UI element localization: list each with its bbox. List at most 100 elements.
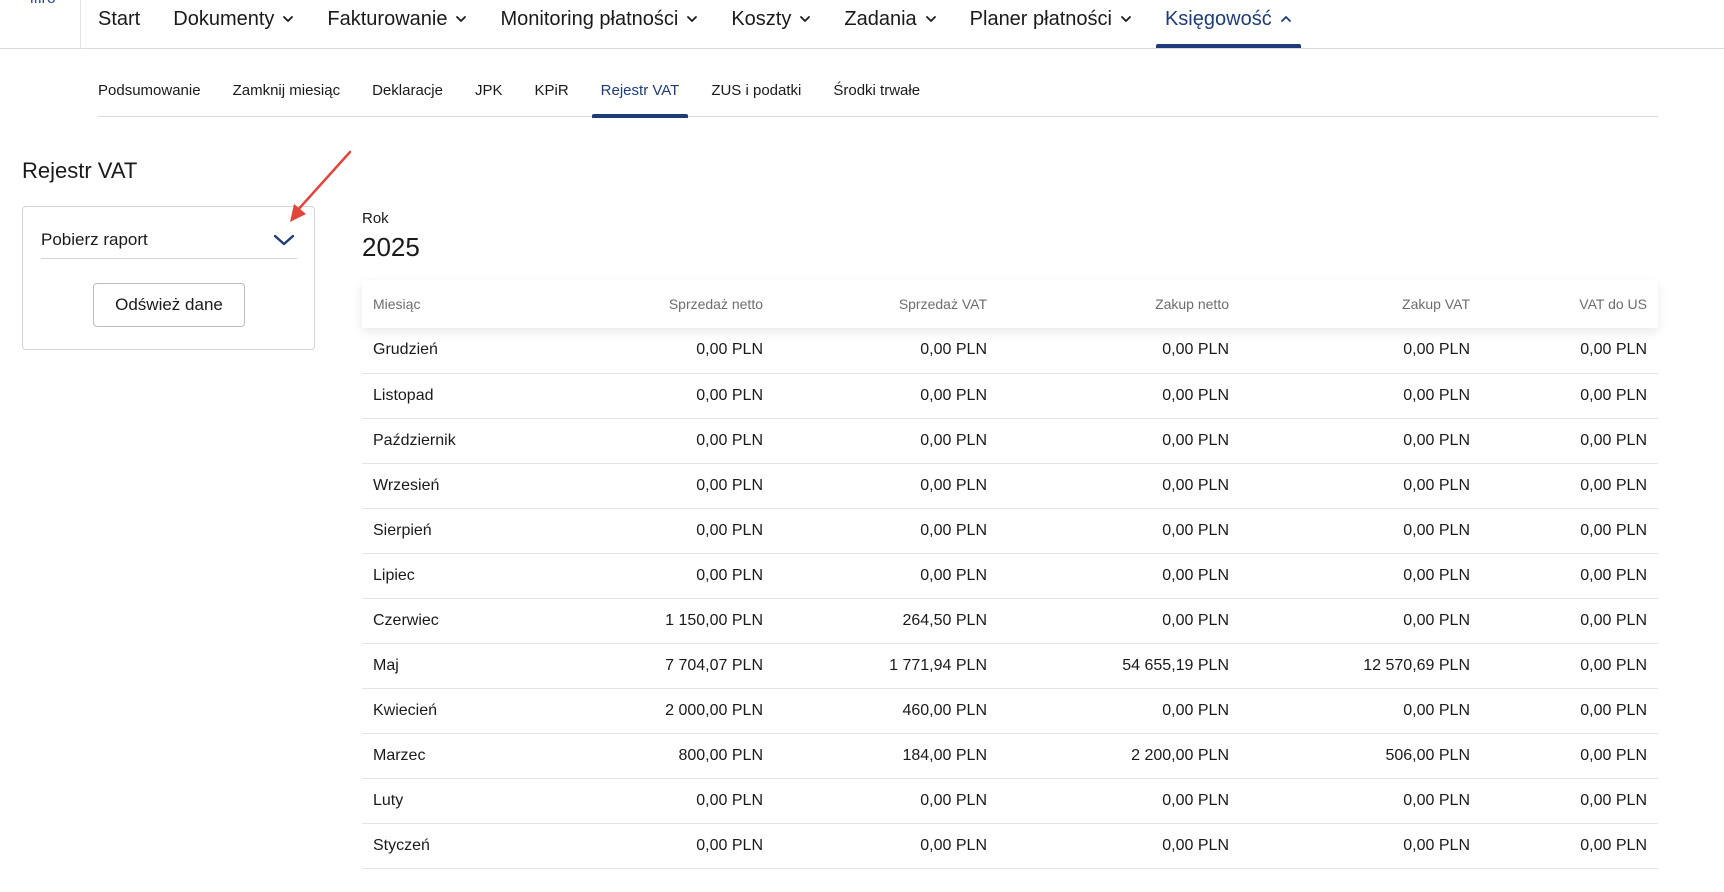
nav-item-label: Koszty (731, 7, 792, 30)
cell-amount: 506,00 PLN (1385, 746, 1470, 764)
cell-amount: 0,00 PLN (696, 341, 763, 359)
nav-item-3[interactable]: Monitoring płatności (500, 0, 698, 38)
cell-amount: 0,00 PLN (696, 431, 763, 449)
cell-month: Maj (373, 656, 399, 674)
year-label: Rok (362, 210, 389, 227)
logo[interactable]: ifiro (30, 0, 56, 8)
table-row[interactable]: Styczeń 0,00 PLN 0,00 PLN 0,00 PLN 0,00 PLN 0… (362, 823, 1658, 868)
cell-amount: 0,00 PLN (696, 836, 763, 854)
nav-item-5[interactable]: Zadania (844, 0, 936, 38)
table-row[interactable]: Listopad 0,00 PLN 0,00 PLN 0,00 PLN 0,00 PLN… (362, 373, 1658, 418)
cell-amount: 0,00 PLN (1403, 386, 1470, 404)
cell-amount: 0,00 PLN (920, 836, 987, 854)
cell-amount: 2 200,00 PLN (1131, 746, 1229, 764)
chevron-down-icon (1121, 16, 1131, 22)
header-vat-due[interactable]: VAT do US (1481, 280, 1658, 328)
nav-item-label: Zadania (844, 7, 917, 30)
cell-amount: 0,00 PLN (1162, 476, 1229, 494)
cell-amount: 0,00 PLN (1580, 386, 1647, 404)
nav-item-1[interactable]: Dokumenty (173, 0, 294, 38)
cell-amount: 0,00 PLN (920, 521, 987, 539)
cell-amount: 1 771,94 PLN (889, 656, 987, 674)
subnav-item-3[interactable]: JPK (475, 64, 503, 117)
submenu: Podsumowanie Zamknij miesiąc Deklaracje JPK… (98, 64, 1658, 118)
logo-divider (80, 0, 81, 49)
table-row[interactable]: Luty 0,00 PLN 0,00 PLN 0,00 PLN 0,00 PLN 0,00… (362, 778, 1658, 823)
header-month[interactable]: Miesiąc (362, 280, 534, 328)
cell-amount: 264,50 PLN (902, 611, 987, 629)
vat-register-table: Miesiąc Sprzedaż netto Sprzedaż VAT Zaku… (362, 280, 1658, 869)
refresh-button[interactable]: Odśwież dane (93, 283, 245, 327)
chevron-down-icon (800, 16, 811, 22)
report-dropdown[interactable]: Pobierz raport (41, 221, 297, 259)
nav-item-2[interactable]: Fakturowanie (327, 0, 467, 38)
subnav-item-6[interactable]: ZUS i podatki (711, 64, 801, 117)
table-row[interactable]: Maj 7 704,07 PLN 1 771,94 PLN 54 655,19 PLN… (362, 643, 1658, 688)
cell-amount: 0,00 PLN (1162, 836, 1229, 854)
header-sales-net[interactable]: Sprzedaż netto (534, 280, 774, 328)
header-purchase-vat[interactable]: Zakup VAT (1240, 280, 1481, 328)
header-sales-vat[interactable]: Sprzedaż VAT (774, 280, 998, 328)
nav-item-label: Monitoring płatności (500, 7, 679, 30)
cell-amount: 2 000,00 PLN (665, 701, 763, 719)
cell-amount: 0,00 PLN (1403, 836, 1470, 854)
table-row[interactable]: Marzec 800,00 PLN 184,00 PLN 2 200,00 PLN 50… (362, 733, 1658, 778)
report-panel: Pobierz raport Odśwież dane (22, 206, 315, 350)
cell-amount: 12 570,69 PLN (1363, 656, 1470, 674)
cell-month: Kwiecień (373, 701, 438, 719)
cell-amount: 0,00 PLN (1580, 521, 1647, 539)
subnav-item-5[interactable]: Rejestr VAT (591, 64, 688, 118)
cell-month: Grudzień (373, 341, 438, 359)
cell-amount: 0,00 PLN (1580, 656, 1647, 674)
cell-amount: 0,00 PLN (1580, 431, 1647, 449)
chevron-down-icon (687, 16, 698, 22)
subnav-item-1[interactable]: Zamknij miesiąc (233, 64, 341, 117)
table-body: Grudzień 0,00 PLN 0,00 PLN 0,00 PLN 0,00 PLN… (362, 328, 1658, 868)
nav-item-4[interactable]: Koszty (731, 0, 811, 38)
cell-amount: 0,00 PLN (920, 566, 987, 584)
table-row[interactable]: Grudzień 0,00 PLN 0,00 PLN 0,00 PLN 0,00 PLN… (362, 328, 1658, 373)
cell-amount: 800,00 PLN (678, 746, 763, 764)
table-row[interactable]: Październik 0,00 PLN 0,00 PLN 0,00 PLN 0,00 … (362, 418, 1658, 463)
cell-amount: 0,00 PLN (1580, 566, 1647, 584)
cell-amount: 184,00 PLN (902, 746, 987, 764)
chevron-down-icon (283, 16, 294, 22)
header-purchase-net[interactable]: Zakup netto (998, 280, 1240, 328)
table-row[interactable]: Wrzesień 0,00 PLN 0,00 PLN 0,00 PLN 0,00 PLN… (362, 463, 1658, 508)
cell-month: Luty (373, 791, 404, 809)
cell-amount: 0,00 PLN (696, 476, 763, 494)
cell-month: Sierpień (373, 521, 432, 539)
nav-item-label: Planer płatności (969, 7, 1112, 30)
cell-amount: 0,00 PLN (1403, 431, 1470, 449)
cell-amount: 0,00 PLN (920, 386, 987, 404)
nav-item-label: Fakturowanie (327, 7, 448, 30)
chevron-down-icon (925, 16, 936, 22)
nav-item-7[interactable]: Księgowość (1155, 0, 1301, 48)
cell-amount: 0,00 PLN (1162, 791, 1229, 809)
sub-navigation: Podsumowanie Zamknij miesiąc Deklaracje JPK… (98, 64, 1658, 118)
cell-amount: 0,00 PLN (1403, 701, 1470, 719)
subnav-item-4[interactable]: KPiR (534, 64, 568, 117)
cell-amount: 0,00 PLN (1580, 476, 1647, 494)
cell-amount: 0,00 PLN (1162, 341, 1229, 359)
cell-amount: 0,00 PLN (696, 566, 763, 584)
chevron-down-icon[interactable] (273, 233, 295, 247)
table-row[interactable]: Sierpień 0,00 PLN 0,00 PLN 0,00 PLN 0,00 PLN… (362, 508, 1658, 553)
cell-amount: 0,00 PLN (696, 521, 763, 539)
table-row[interactable]: Czerwiec 1 150,00 PLN 264,50 PLN 0,00 PLN 0,… (362, 598, 1658, 643)
nav-item-label: Księgowość (1164, 7, 1272, 30)
cell-amount: 0,00 PLN (920, 476, 987, 494)
subnav-item-0[interactable]: Podsumowanie (98, 64, 201, 117)
cell-amount: 0,00 PLN (1162, 431, 1229, 449)
cell-month: Listopad (373, 386, 434, 404)
nav-item-0[interactable]: Start (98, 0, 140, 38)
nav-item-6[interactable]: Planer płatności (970, 0, 1132, 38)
cell-amount: 0,00 PLN (1403, 341, 1470, 359)
subnav-item-7[interactable]: Środki trwałe (833, 64, 920, 117)
subnav-item-2[interactable]: Deklaracje (372, 64, 443, 117)
cell-amount: 0,00 PLN (1162, 701, 1229, 719)
table-row[interactable]: Lipiec 0,00 PLN 0,00 PLN 0,00 PLN 0,00 PLN 0,… (362, 553, 1658, 598)
table-row[interactable]: Kwiecień 2 000,00 PLN 460,00 PLN 0,00 PLN 0,… (362, 688, 1658, 733)
cell-amount: 0,00 PLN (1580, 611, 1647, 629)
nav-item-label: Dokumenty (173, 7, 275, 30)
